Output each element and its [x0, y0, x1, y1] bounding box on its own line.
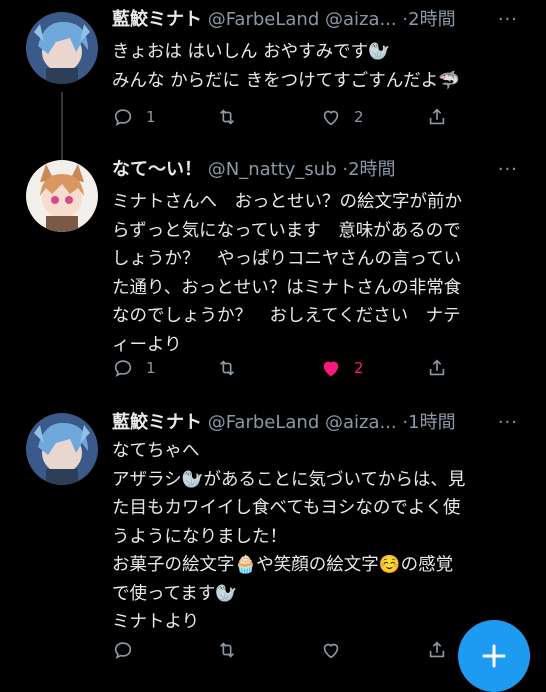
compose-button[interactable]	[458, 620, 530, 692]
retweet-icon	[219, 360, 235, 376]
tweet-line: なてちゃへ	[112, 441, 200, 461]
tweet-line: みんな からだに きをつけてすごすんだよ🦈	[112, 70, 461, 91]
share-button[interactable]	[426, 353, 448, 383]
user-handle[interactable]: @FarbeLand @aiza...	[208, 9, 397, 30]
share-icon	[429, 108, 445, 125]
tweet-line: ミナトさんへ おっとせい？の絵文字が前か	[112, 192, 462, 212]
like-button[interactable]: 2	[320, 102, 364, 132]
share-icon	[429, 359, 445, 376]
tweet-line: らずっと気になっています 意味があるので	[112, 220, 461, 241]
display-name[interactable]: なて〜い！	[112, 159, 202, 180]
like-icon	[323, 110, 339, 126]
compose-icon	[482, 644, 506, 668]
share-button[interactable]	[426, 635, 448, 665]
tweet-text: きょおは はいしん おやすみです🦭 みんな からだに きをつけてすごすんだよ🦈	[112, 38, 526, 95]
share-button[interactable]	[426, 102, 448, 132]
like-icon	[323, 361, 339, 377]
retweet-button[interactable]	[216, 353, 250, 383]
tweet-line: うようになりました！	[112, 526, 287, 547]
avatar[interactable]	[26, 12, 98, 84]
tweet-header: 藍鮫ミナト @FarbeLand @aiza... ·1時間	[112, 409, 522, 437]
tweet-text: なてちゃへアザラシ🦭があることに気づいてからは、見 た目もカワイイし食べてもヨシな…	[112, 437, 526, 637]
reply-icon	[114, 642, 132, 659]
tweet-text: ミナトさんへ おっとせい？の絵文字が前か らずっと気になっています 意味があるので…	[112, 188, 526, 359]
reply-button[interactable]: 1	[112, 353, 156, 383]
tweet-header: なて〜い！ @N_natty_sub ·2時間	[112, 156, 522, 184]
avatar[interactable]	[26, 413, 98, 485]
retweet-button[interactable]	[216, 102, 250, 132]
tweet-line: なのでしょうか？ おしえてください ナテ	[112, 306, 461, 326]
reply-icon	[114, 360, 132, 377]
display-name[interactable]: 藍鮫ミナト	[112, 412, 202, 433]
display-name[interactable]: 藍鮫ミナト	[112, 9, 202, 30]
tweet[interactable]: なて〜い！ @N_natty_sub ·2時間 ··· ミナトさんへ おっとせい…	[0, 156, 546, 386]
tweet-line: お菓子の絵文字🧁や笑顔の絵文字☺️の感覚	[112, 555, 454, 575]
like-count: 2	[354, 359, 364, 377]
tweet-actions: 1 2	[112, 102, 452, 132]
tweet-line: アザラシ🦭があることに気づいてからは、見	[112, 469, 466, 490]
reply-icon	[114, 109, 132, 126]
more-options-button[interactable]: ···	[498, 6, 518, 34]
reply-count: 1	[146, 359, 156, 377]
tweet-line: しょうか？ やっぱりコニヤさんの言ってい	[112, 249, 462, 269]
like-count: 2	[354, 108, 364, 126]
timestamp[interactable]: ·1時間	[402, 412, 455, 433]
tweet[interactable]: 藍鮫ミナト @FarbeLand @aiza... ·2時間 ··· きょおは …	[0, 6, 546, 136]
user-handle[interactable]: @N_natty_sub	[208, 159, 337, 180]
share-icon	[429, 641, 445, 658]
reply-button[interactable]: 1	[112, 102, 156, 132]
reply-count: 1	[146, 108, 156, 126]
like-button[interactable]: 2	[320, 353, 364, 383]
user-handle[interactable]: @FarbeLand @aiza...	[208, 412, 397, 433]
tweet-line: きょおは はいしん おやすみです🦭	[112, 42, 390, 62]
timestamp[interactable]: ·2時間	[342, 159, 395, 180]
tweet-line: た目もカワイイし食べてもヨシなのでよく使	[112, 498, 461, 518]
tweet-line: で使ってます🦭	[112, 583, 238, 604]
tweet-actions: 1 2	[112, 353, 452, 383]
retweet-button[interactable]	[216, 635, 238, 665]
like-button[interactable]	[320, 635, 342, 665]
tweet-header: 藍鮫ミナト @FarbeLand @aiza... ·2時間	[112, 6, 522, 34]
more-options-button[interactable]: ···	[498, 156, 518, 184]
tweet-line: ミナトより	[112, 612, 200, 632]
timestamp[interactable]: ·2時間	[402, 9, 455, 30]
more-options-button[interactable]: ···	[498, 409, 518, 437]
tweet-line: た通り、おっとせい？はミナトさんの非常食	[112, 277, 462, 298]
like-icon	[323, 643, 339, 659]
reply-button[interactable]	[112, 635, 134, 665]
avatar[interactable]	[26, 160, 98, 232]
retweet-icon	[219, 642, 235, 658]
tweet-actions	[112, 635, 452, 665]
retweet-icon	[219, 109, 235, 125]
